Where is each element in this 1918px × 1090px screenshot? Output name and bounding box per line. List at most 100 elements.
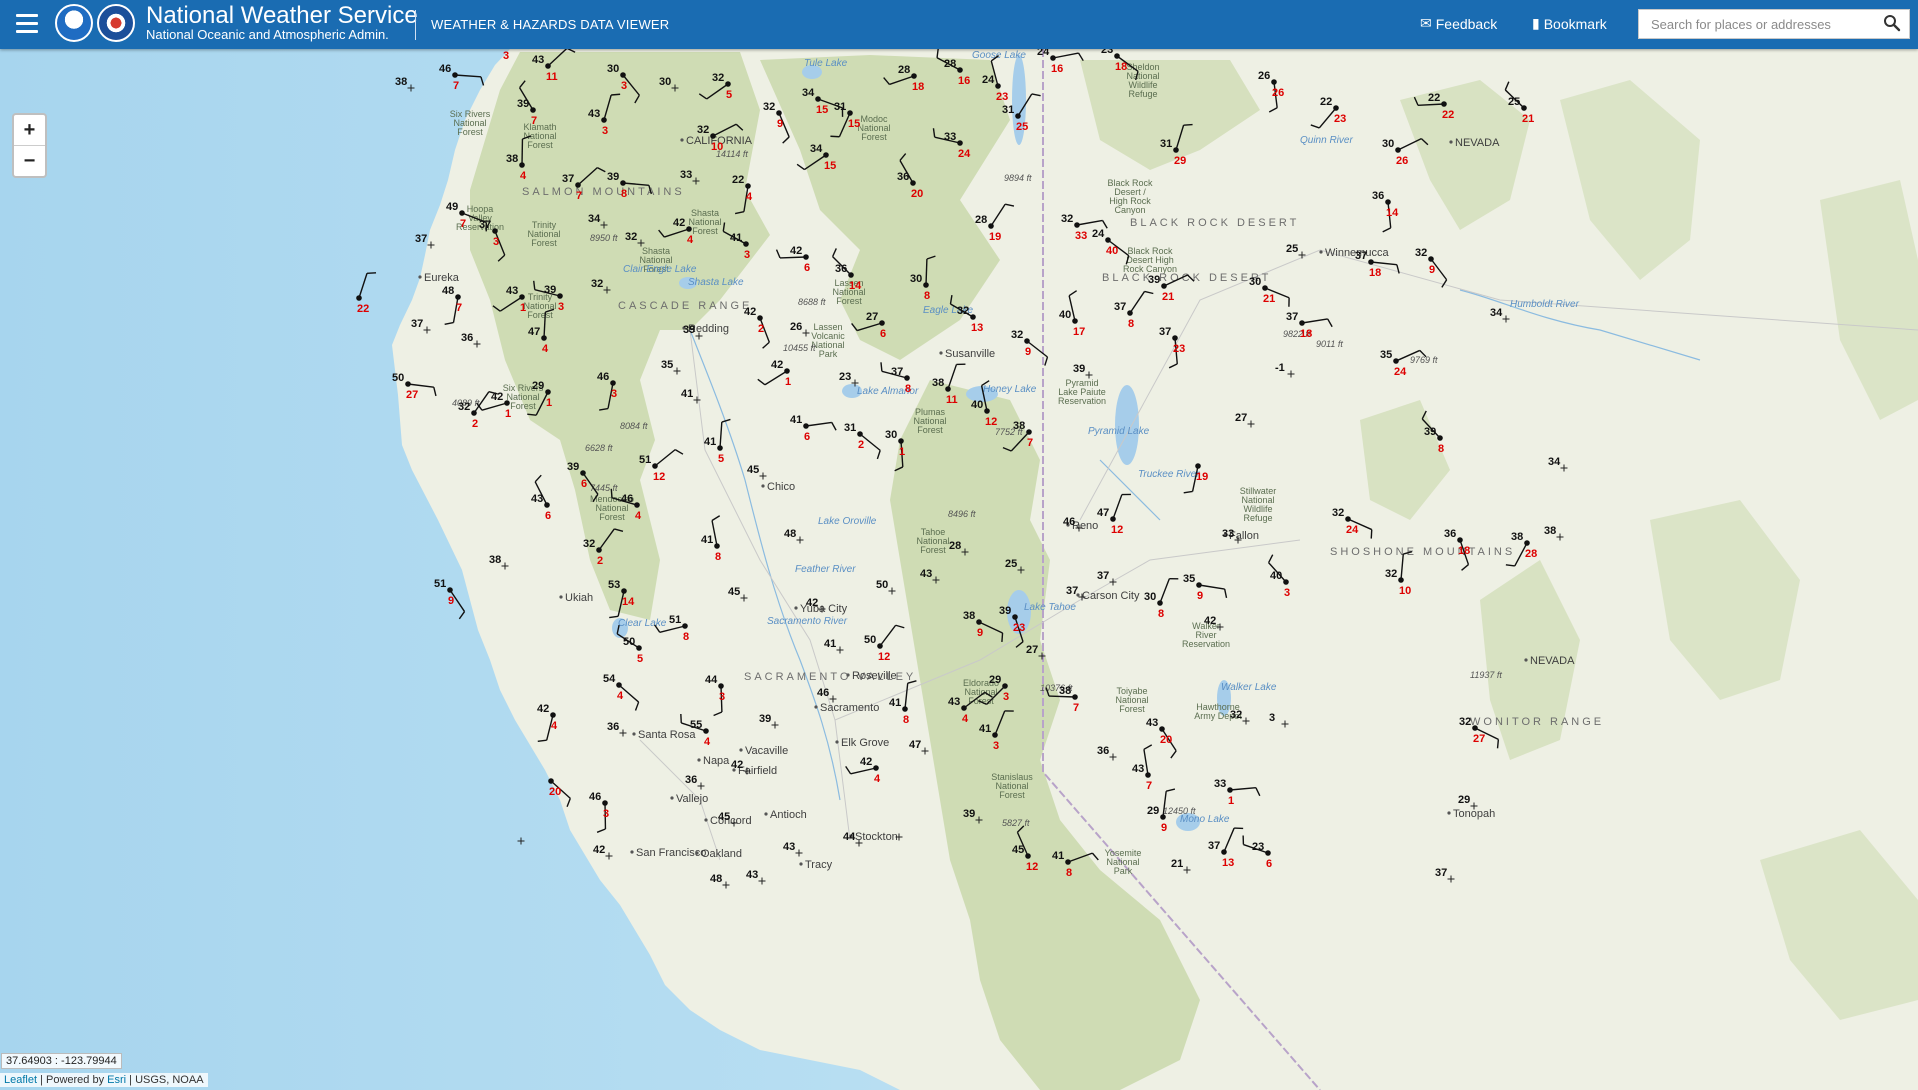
wind-barb-staff: [925, 258, 928, 286]
menu-icon[interactable]: [16, 14, 38, 34]
esri-link[interactable]: Esri: [107, 1074, 126, 1086]
place-dot: [939, 351, 943, 355]
station-dot: [1145, 772, 1151, 778]
temperature-label: 43: [920, 568, 932, 580]
station-dot: [898, 438, 904, 444]
wind-barb-flag: [880, 362, 883, 372]
bookmark-button[interactable]: ▮ Bookmark: [1532, 15, 1607, 32]
temperature-label: 28: [975, 214, 987, 226]
zoom-out-button[interactable]: −: [14, 146, 45, 176]
wind-speed-label: 3: [493, 236, 499, 248]
temperature-label: 44: [843, 831, 856, 843]
wind-speed-label: 2: [597, 555, 603, 567]
elevation-label: 5827 ft: [1002, 818, 1030, 828]
place-dot: [704, 818, 708, 822]
wind-speed-label: 28: [1525, 548, 1537, 560]
temperature-label: 37: [1114, 301, 1126, 313]
temperature-label: 53: [608, 579, 620, 591]
temperature-label: 49: [446, 201, 458, 213]
temperature-label: 25: [1508, 96, 1520, 108]
wind-speed-label: 14: [849, 280, 862, 292]
nws-logo[interactable]: [97, 4, 135, 42]
temperature-label: 23: [1101, 49, 1113, 56]
temperature-label: 55: [690, 719, 702, 731]
wind-speed-label: 3: [719, 691, 725, 703]
wind-speed-label: 33: [1075, 230, 1087, 242]
temperature-label: 38: [506, 153, 518, 165]
wind-speed-label: 27: [1473, 733, 1485, 745]
station-dot: [686, 226, 692, 232]
station-dot: [1262, 285, 1268, 291]
noaa-logo[interactable]: [55, 4, 93, 42]
temperature-label: 51: [639, 454, 651, 466]
wind-speed-label: 18: [1115, 61, 1127, 73]
station-dot: [580, 470, 586, 476]
temperature-label: 27: [1026, 644, 1038, 656]
place-label: Tonopah: [1453, 808, 1495, 820]
place-label: Susanville: [945, 348, 995, 360]
agency-title[interactable]: National Weather Service: [146, 2, 418, 30]
station-dot: [1227, 787, 1233, 793]
wind-speed-label: 3: [744, 249, 750, 261]
wind-speed-label: 5: [637, 653, 643, 665]
leaflet-link[interactable]: Leaflet: [4, 1074, 37, 1086]
station-dot: [504, 400, 510, 406]
temperature-label: 25: [1286, 243, 1298, 255]
place-dot: [1447, 811, 1451, 815]
station-dot: [459, 210, 465, 216]
temperature-label: 23: [1252, 841, 1264, 853]
place-label: Vallejo: [676, 793, 708, 805]
station-dot: [1105, 237, 1111, 243]
temperature-label: 22: [1428, 92, 1440, 104]
temperature-label: 43: [746, 869, 758, 881]
temperature-label: 32: [625, 231, 637, 243]
search-input[interactable]: [1639, 10, 1899, 38]
wind-speed-label: 7: [1027, 437, 1033, 449]
temperature-label: 40: [971, 399, 983, 411]
temperature-label: 32: [1230, 709, 1242, 721]
wind-barb-flag: [1370, 529, 1373, 539]
wind-speed-label: 20: [549, 786, 561, 798]
wind-speed-label: 9: [1161, 822, 1167, 834]
temperature-label: 37: [479, 219, 491, 231]
temperature-label: 32: [712, 72, 724, 84]
feedback-label: Feedback: [1435, 15, 1498, 32]
map-canvas[interactable]: Six Rivers National Forest Klamath National F…: [0, 49, 1918, 1090]
station-dot: [652, 463, 658, 469]
zoom-in-button[interactable]: +: [14, 115, 45, 146]
station-dot: [1157, 600, 1163, 606]
temperature-label: 39: [567, 461, 579, 473]
temperature-label: 32: [1332, 507, 1344, 519]
station-dot: [636, 645, 642, 651]
wind-speed-label: 9: [1429, 264, 1435, 276]
feedback-button[interactable]: ✉ Feedback: [1420, 15, 1497, 32]
temperature-label: 43: [948, 696, 960, 708]
station-dot: [455, 294, 461, 300]
wind-speed-label: 9: [777, 118, 783, 130]
temperature-label: 36: [835, 263, 847, 275]
station-dot: [1074, 222, 1080, 228]
station-dot: [1065, 859, 1071, 865]
temperature-label: 34: [802, 87, 815, 99]
temperature-label: 41: [1052, 850, 1064, 862]
bookmark-icon: ▮: [1532, 15, 1540, 31]
temperature-label: 29: [1458, 794, 1470, 806]
wind-speed-label: 21: [1162, 291, 1174, 303]
wind-speed-label: 21: [1263, 293, 1275, 305]
temperature-label: 35: [661, 359, 673, 371]
place-dot: [794, 606, 798, 610]
station-dot: [545, 63, 551, 69]
station-dot: [1161, 283, 1167, 289]
water-label: Walker Lake: [1221, 682, 1277, 693]
temperature-label: 22: [1320, 96, 1332, 108]
elevation-label: 8950 ft: [590, 233, 618, 243]
wind-speed-label: 4: [542, 343, 549, 355]
place-dot: [835, 740, 839, 744]
temperature-label: 39: [999, 605, 1011, 617]
search-icon[interactable]: [1883, 14, 1901, 32]
place-dot: [814, 705, 818, 709]
temperature-label: 21: [1171, 858, 1183, 870]
elevation-label: 9011 ft: [1316, 339, 1343, 349]
station-dot: [1398, 577, 1404, 583]
place-dot: [697, 758, 701, 762]
